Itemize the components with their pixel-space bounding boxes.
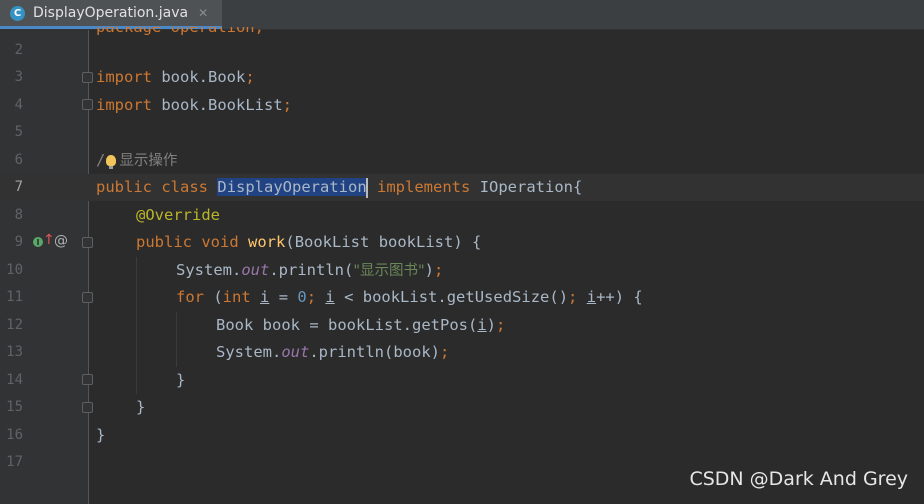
fold-marker-icon[interactable] xyxy=(82,402,93,413)
code-line-8: 8 @Override xyxy=(0,202,924,229)
line-number: 13 xyxy=(6,344,23,360)
code-text: import book.Book; xyxy=(96,68,255,86)
code-line-14: 14 } xyxy=(0,367,924,394)
line-number: 9 xyxy=(14,234,23,250)
code-line-10: 10 System.out.println("显示图书"); xyxy=(0,257,924,284)
lightbulb-icon[interactable] xyxy=(106,155,117,169)
indent-guide xyxy=(176,312,177,367)
code-text: Book book = bookList.getPos(i); xyxy=(216,316,506,334)
code-text: / 显示操作 xyxy=(96,151,178,169)
code-text: public class DisplayOperation implements… xyxy=(96,177,583,198)
line-number: 5 xyxy=(14,124,23,140)
code-text: import book.BookList; xyxy=(96,96,293,114)
code-text: } xyxy=(136,398,146,416)
fold-marker-icon[interactable] xyxy=(82,237,93,248)
selected-class-name[interactable]: DisplayOperation xyxy=(217,178,367,196)
line-number: 8 xyxy=(14,207,23,223)
code-line-3: 3 import book.Book; xyxy=(0,64,924,91)
line-number: 16 xyxy=(6,427,23,443)
code-text: System.out.println(book); xyxy=(216,343,450,361)
line-number: 12 xyxy=(6,317,23,333)
fold-marker-icon[interactable] xyxy=(82,99,93,110)
line-number: 17 xyxy=(6,454,23,470)
code-text: @Override xyxy=(136,206,220,224)
line-number: 10 xyxy=(6,262,23,278)
code-line-7: 7 public class DisplayOperation implemen… xyxy=(0,174,924,201)
code-text: System.out.println("显示图书"); xyxy=(176,261,444,279)
fold-marker-icon[interactable] xyxy=(82,374,93,385)
fold-marker-icon[interactable] xyxy=(82,72,93,83)
override-arrow-icon[interactable]: ↑ xyxy=(43,233,55,247)
code-line-12: 12 Book book = bookList.getPos(i); xyxy=(0,312,924,339)
code-line-11: 11 for (int i = 0; i < bookList.getUsedS… xyxy=(0,284,924,311)
annotation-at-icon[interactable]: @ xyxy=(54,233,68,249)
code-line-4: 4 import book.BookList; xyxy=(0,92,924,119)
code-line-6: 6 /显示操作 xyxy=(0,147,924,174)
line-number: 7 xyxy=(14,179,23,195)
line-number: 15 xyxy=(6,399,23,415)
line-number: 4 xyxy=(14,97,23,113)
line-number: 3 xyxy=(14,69,23,85)
code-line-9: 9 public void work(BookList bookList) { xyxy=(0,229,924,256)
line-number: 6 xyxy=(14,152,23,168)
code-line-15: 15 } xyxy=(0,394,924,421)
code-line-5: 5 xyxy=(0,119,924,146)
code-text: } xyxy=(96,426,106,444)
code-text: for (int i = 0; i < bookList.getUsedSize… xyxy=(176,288,643,306)
watermark: CSDN @Dark And Grey xyxy=(689,468,908,490)
code-text: } xyxy=(176,371,186,389)
line-number: 2 xyxy=(14,42,23,58)
implements-method-icon[interactable]: I xyxy=(33,237,43,247)
code-line-13: 13 System.out.println(book); xyxy=(0,339,924,366)
code-line-16: 16 } xyxy=(0,422,924,449)
fold-marker-icon[interactable] xyxy=(82,292,93,303)
indent-guide xyxy=(136,257,137,394)
line-number: 14 xyxy=(6,372,23,388)
code-text: public void work(BookList bookList) { xyxy=(136,233,482,251)
code-line-2: 2 xyxy=(0,37,924,64)
line-number: 11 xyxy=(6,289,23,305)
text-caret xyxy=(365,177,368,198)
